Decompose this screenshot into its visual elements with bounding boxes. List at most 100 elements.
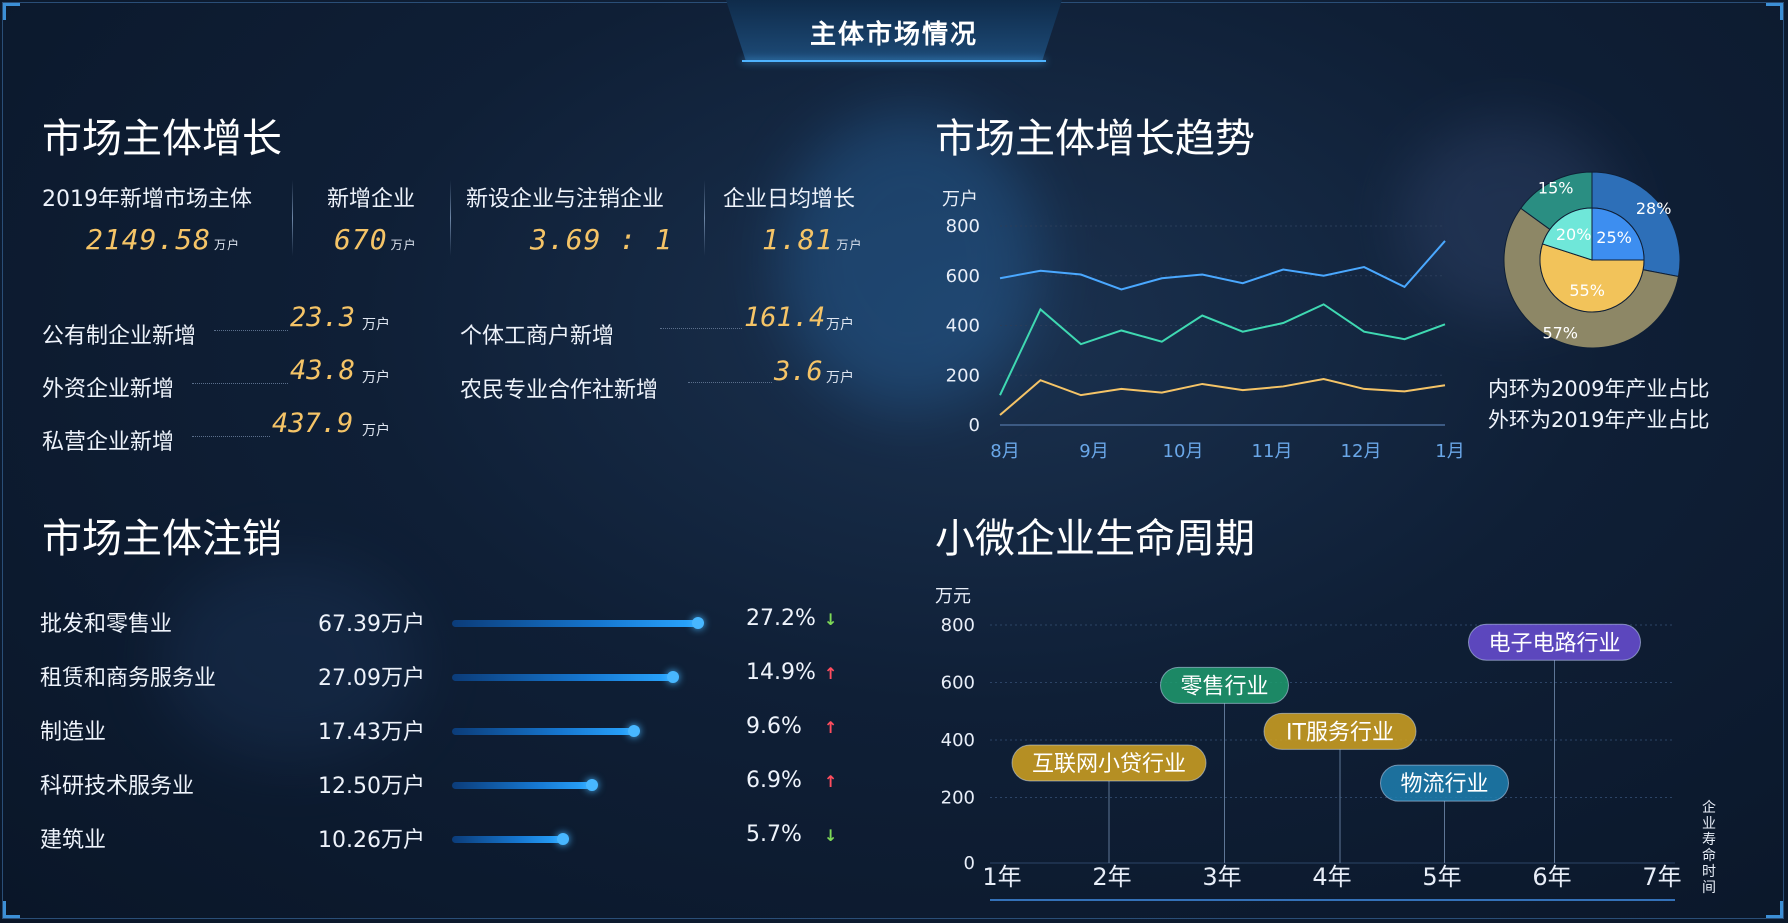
x-tick-label: 1月 bbox=[1435, 441, 1464, 462]
trend-up-icon: ↑ bbox=[824, 664, 838, 683]
industry-bar bbox=[452, 728, 634, 735]
breakdown-value: 3.6 bbox=[774, 356, 823, 387]
header-underline bbox=[742, 60, 1046, 62]
y-tick-label: 400 bbox=[941, 730, 975, 751]
x-axis-title: 时 bbox=[1702, 864, 1716, 880]
frame-corner bbox=[3, 3, 20, 20]
frame-corner bbox=[3, 901, 20, 918]
industry-bar-end bbox=[557, 833, 569, 845]
industry-bar bbox=[452, 674, 673, 681]
inner-ring-label: 25% bbox=[1596, 228, 1632, 247]
breakdown-value: 161.4 bbox=[744, 302, 826, 333]
stat-value: 1.81 万户 bbox=[762, 223, 863, 256]
breakdown-unit: 万户 bbox=[362, 423, 390, 439]
y-axis-unit: 万户 bbox=[942, 189, 978, 210]
trend-up-icon: ↑ bbox=[824, 718, 838, 737]
series-line bbox=[999, 303, 1446, 396]
ring-legend-inner: 内环为2009年产业占比 bbox=[1488, 377, 1710, 401]
industry-bar-end bbox=[628, 725, 640, 737]
growth-title: 市场主体增长 bbox=[42, 116, 282, 162]
x-axis-title: 企 bbox=[1702, 799, 1716, 816]
y-tick-label: 600 bbox=[946, 266, 980, 287]
lifecycle-chart: 万元 0 200 400 600 800 1年 2年 3年 4年 5年 6年 7年 企业寿命时间 互联网小贷… bbox=[935, 586, 1716, 901]
stat-label: 新设企业与注销企业 bbox=[466, 187, 665, 212]
industry-tag-label: IT服务行业 bbox=[1286, 720, 1394, 745]
industry-value: 10.26万户 bbox=[318, 828, 425, 853]
y-tick-label: 400 bbox=[946, 316, 980, 337]
x-tick-label: 12月 bbox=[1341, 441, 1382, 462]
x-axis-title: 间 bbox=[1702, 880, 1716, 896]
industry-tag-label: 物流行业 bbox=[1400, 772, 1488, 797]
y-tick-label: 600 bbox=[941, 673, 975, 694]
industry-label: 科研技术服务业 bbox=[40, 774, 195, 799]
stat-value: 3.69 : 1 bbox=[530, 223, 673, 256]
breakdown-label: 农民专业合作社新增 bbox=[460, 378, 659, 403]
leader-line bbox=[192, 436, 270, 437]
x-tick-label: 7年 bbox=[1642, 863, 1681, 891]
x-axis-title: 命 bbox=[1702, 847, 1716, 864]
stat-label: 新增企业 bbox=[327, 187, 416, 212]
ring-legend-outer: 外环为2019年产业占比 bbox=[1488, 408, 1710, 432]
industry-bar-end bbox=[692, 617, 704, 629]
y-tick-label: 200 bbox=[946, 365, 980, 386]
series-line bbox=[999, 240, 1446, 291]
x-tick-label: 6年 bbox=[1532, 863, 1571, 891]
breakdown-unit: 万户 bbox=[362, 370, 390, 386]
industry-tag-label: 零售行业 bbox=[1180, 674, 1268, 699]
frame-corner bbox=[1766, 3, 1783, 20]
industry-percent: 14.9% bbox=[746, 660, 816, 685]
industry-bar bbox=[452, 620, 698, 627]
industry-tag-label: 互联网小贷行业 bbox=[1032, 752, 1186, 777]
breakdown-label: 外资企业新增 bbox=[42, 377, 175, 402]
y-tick-label: 200 bbox=[941, 788, 975, 809]
breakdown-unit: 万户 bbox=[826, 317, 854, 333]
x-axis-title: 业 bbox=[1702, 816, 1716, 832]
breakdown-unit: 万户 bbox=[362, 317, 390, 333]
industry-percent: 6.9% bbox=[746, 768, 802, 793]
industry-share-ring-chart: 28% 57% 15% 25% 55% 20% bbox=[1503, 171, 1681, 349]
stat-divider bbox=[292, 180, 293, 256]
x-tick-label: 8月 bbox=[990, 441, 1019, 462]
outer-ring-label: 15% bbox=[1538, 179, 1574, 198]
leader-line bbox=[192, 383, 288, 384]
lifecycle-title: 小微企业生命周期 bbox=[935, 516, 1255, 562]
industry-label: 建筑业 bbox=[40, 828, 107, 853]
breakdown-value: 437.9 bbox=[272, 408, 354, 439]
trend-down-icon: ↓ bbox=[824, 610, 838, 629]
x-tick-label: 3年 bbox=[1202, 863, 1241, 891]
y-axis-unit: 万元 bbox=[935, 586, 971, 607]
stat-value: 2149.58 万户 bbox=[86, 223, 241, 256]
industry-label: 租赁和商务服务业 bbox=[40, 666, 217, 691]
x-tick-label: 10月 bbox=[1163, 441, 1204, 462]
industry-label: 批发和零售业 bbox=[40, 612, 173, 637]
x-axis-title: 寿 bbox=[1702, 831, 1716, 848]
industry-bar-end bbox=[667, 671, 679, 683]
trend-line-chart: 万户 0 200 400 600 800 8月 9月 10月 11月 12月 1月 bbox=[942, 189, 1465, 462]
y-tick-label: 800 bbox=[941, 615, 975, 636]
breakdown-unit: 万户 bbox=[826, 370, 854, 386]
trend-down-icon: ↓ bbox=[824, 826, 838, 845]
outer-ring-label: 28% bbox=[1636, 199, 1672, 218]
y-tick-label: 0 bbox=[964, 853, 975, 874]
breakdown-value: 43.8 bbox=[290, 355, 356, 386]
x-tick-label: 5年 bbox=[1422, 863, 1461, 891]
industry-percent: 9.6% bbox=[746, 714, 802, 739]
stat-label: 2019年新增市场主体 bbox=[42, 187, 252, 212]
breakdown-label: 私营企业新增 bbox=[42, 430, 175, 455]
outer-ring-label: 57% bbox=[1542, 323, 1578, 342]
trend-up-icon: ↑ bbox=[824, 772, 838, 791]
x-tick-label: 2年 bbox=[1092, 863, 1131, 891]
breakdown-label: 个体工商户新增 bbox=[460, 324, 615, 349]
page-title: 主体市场情况 bbox=[809, 20, 978, 50]
industry-label: 制造业 bbox=[40, 720, 107, 745]
x-tick-label: 9月 bbox=[1079, 441, 1108, 462]
industry-percent: 5.7% bbox=[746, 822, 802, 847]
industry-bar bbox=[452, 782, 592, 789]
y-tick-label: 0 bbox=[969, 415, 980, 436]
industry-value: 17.43万户 bbox=[318, 720, 425, 745]
frame-corner bbox=[1766, 901, 1783, 918]
breakdown-label: 公有制企业新增 bbox=[42, 324, 197, 349]
inner-ring-label: 55% bbox=[1569, 281, 1605, 300]
stat-divider bbox=[704, 180, 705, 256]
stat-divider bbox=[450, 180, 451, 256]
